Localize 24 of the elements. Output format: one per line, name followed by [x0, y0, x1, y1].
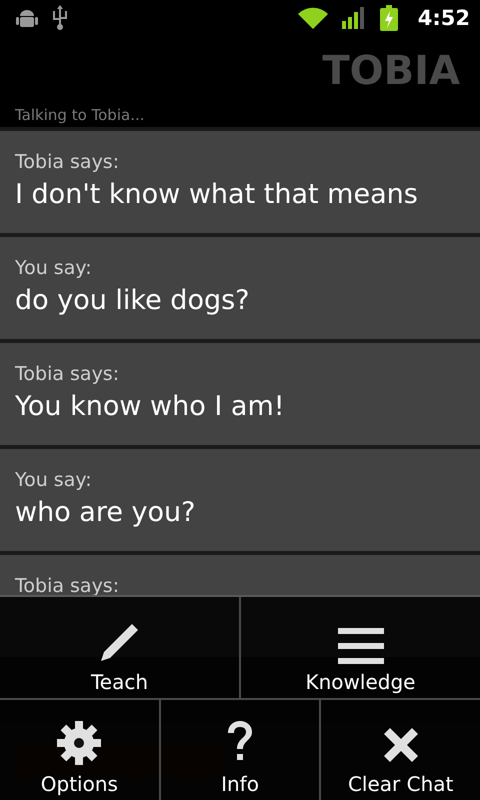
message-text: You know who I am! — [15, 390, 286, 424]
menu-item[interactable]: Options — [0, 700, 159, 800]
sender-label: Tobia says: — [15, 362, 120, 387]
sender-label: Tobia says: — [15, 574, 120, 599]
message-text: do you like dogs? — [15, 284, 250, 318]
settings-icon — [56, 720, 102, 766]
usb-icon — [52, 5, 68, 31]
menu-item[interactable]: Teach — [0, 597, 239, 698]
battery-charging-icon — [380, 5, 398, 31]
sender-label: You say: — [15, 468, 93, 493]
status-time: 4:52 — [418, 6, 470, 30]
message-text: I don't know what that means — [15, 178, 419, 212]
signal-icon — [342, 7, 366, 29]
menu-icon — [338, 628, 384, 664]
wifi-icon — [298, 7, 328, 29]
menu-item[interactable]: Clear Chat — [319, 700, 480, 800]
message-text: who are you? — [15, 496, 196, 530]
sender-label: Tobia says: — [15, 150, 120, 175]
menu-item[interactable]: Knowledge — [239, 597, 480, 698]
menu-item[interactable]: Info — [158, 700, 320, 800]
conversation-subtitle: Talking to Tobia... — [14, 105, 146, 126]
app-title: TOBIA — [321, 47, 461, 92]
android-icon — [16, 8, 38, 28]
sender-label: You say: — [15, 256, 93, 281]
